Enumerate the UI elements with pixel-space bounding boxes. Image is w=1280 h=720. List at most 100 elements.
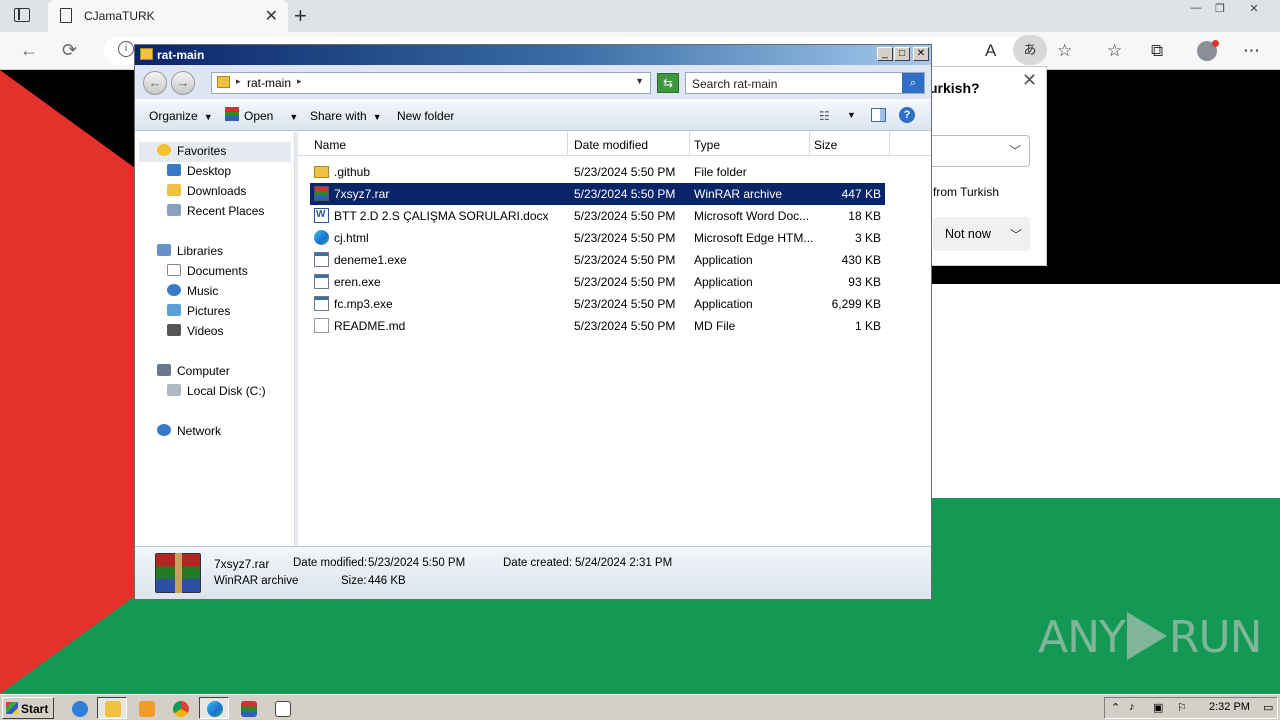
disk-icon [167, 384, 181, 396]
organize-button[interactable]: Organize ▼ [149, 109, 213, 123]
winrar-icon [241, 701, 257, 717]
explorer-window: rat-main _ □ ✕ ← → ▸ rat-main ▸ ▼ ⇆ Sear… [134, 44, 932, 600]
maximize-button[interactable]: □ [894, 47, 910, 61]
file-row[interactable]: BTT 2.D 2.S ÇALIŞMA SORULARI.docx 5/23/2… [310, 205, 885, 227]
explorer-title-bar[interactable]: rat-main _ □ ✕ [135, 45, 931, 65]
file-row[interactable]: cj.html 5/23/2024 5:50 PM Microsoft Edge… [310, 227, 885, 249]
preview-pane-icon[interactable] [871, 108, 886, 122]
minimize-button[interactable]: _ [877, 47, 893, 61]
file-row[interactable]: README.md 5/23/2024 5:50 PM MD File 1 KB [310, 315, 885, 337]
nav-music[interactable]: Music [167, 284, 218, 302]
translate-icon[interactable]: あ [1013, 35, 1047, 65]
add-favorite-icon[interactable]: ☆ [1057, 41, 1072, 61]
not-now-button[interactable]: Not now ﹀ [933, 217, 1030, 251]
file-row[interactable]: deneme1.exe 5/23/2024 5:50 PM Applicatio… [310, 249, 885, 271]
share-with-button[interactable]: Share with ▼ [310, 109, 382, 123]
windows-logo-icon [6, 702, 18, 714]
nav-pictures[interactable]: Pictures [167, 304, 230, 322]
dropdown-arrow-icon[interactable]: ▼ [847, 110, 856, 120]
close-button[interactable]: ✕ [913, 47, 929, 61]
column-name[interactable]: Name [310, 132, 568, 156]
search-icon[interactable]: ⌕ [902, 73, 924, 93]
chevron-down-icon[interactable]: ﹀ [1010, 226, 1022, 243]
taskbar-winrar[interactable] [233, 697, 263, 719]
column-date-modified[interactable]: Date modified [570, 132, 690, 156]
taskbar-explorer[interactable] [97, 697, 127, 719]
column-type[interactable]: Type [690, 132, 810, 156]
file-name: eren.exe [334, 275, 381, 289]
new-tab-button[interactable]: + [294, 3, 307, 29]
action-center-flag-icon[interactable]: ⚐ [1177, 701, 1187, 714]
back-button[interactable]: ← [143, 71, 167, 95]
file-row[interactable]: eren.exe 5/23/2024 5:50 PM Application 9… [310, 271, 885, 293]
favorites-icon[interactable]: ☆ [1107, 41, 1122, 61]
anyrun-watermark: ANY RUN [1038, 612, 1263, 663]
show-hidden-icons-icon[interactable]: ⌃ [1111, 701, 1120, 714]
minimize-button[interactable]: — [1186, 2, 1206, 16]
nav-local-disk[interactable]: Local Disk (C:) [167, 384, 266, 402]
profile-avatar[interactable] [1197, 40, 1219, 61]
back-icon[interactable]: ← [20, 40, 38, 61]
nav-favorites[interactable]: Favorites [157, 144, 226, 162]
breadcrumb-arrow-icon[interactable]: ▸ [297, 76, 302, 87]
breadcrumb-rat-main[interactable]: rat-main [247, 76, 291, 90]
open-button[interactable]: Open ▼ [244, 109, 298, 123]
nav-recent-places[interactable]: Recent Places [167, 204, 264, 222]
details-date-modified: 5/23/2024 5:50 PM [368, 557, 466, 569]
taskbar: Start ⌃ ♪ ▣ ⚐ 2:32 PM ▭ [0, 694, 1280, 720]
close-window-button[interactable]: ✕ [1244, 2, 1264, 16]
taskbar-edge[interactable] [199, 697, 229, 719]
volume-icon[interactable]: ♪ [1129, 701, 1135, 713]
nav-downloads[interactable]: Downloads [167, 184, 246, 202]
taskbar-media-player[interactable] [131, 697, 161, 719]
search-input[interactable]: Search rat-main ⌕ [685, 72, 925, 94]
collections-icon[interactable]: ⧉ [1151, 41, 1163, 61]
taskbar-ie[interactable] [64, 697, 94, 719]
forward-button[interactable]: → [171, 71, 195, 95]
file-row-selected[interactable]: 7xsyz7.rar 5/23/2024 5:50 PM WinRAR arch… [310, 183, 885, 205]
command-bar: Organize ▼ Open ▼ Share with ▼ New folder ☷… [135, 99, 931, 131]
more-menu-icon[interactable]: ⋯ [1243, 41, 1260, 61]
taskbar-chrome[interactable] [165, 697, 195, 719]
file-name: BTT 2.D 2.S ÇALIŞMA SORULARI.docx [334, 209, 549, 223]
show-desktop-icon[interactable]: ▭ [1263, 701, 1273, 714]
nav-desktop[interactable]: Desktop [167, 164, 231, 182]
nav-libraries[interactable]: Libraries [157, 244, 223, 262]
close-tab-icon[interactable]: ✕ [265, 6, 278, 26]
nav-network[interactable]: Network [157, 424, 221, 442]
page-icon [60, 8, 72, 23]
taskbar-app[interactable] [267, 697, 297, 719]
close-popup-icon[interactable]: ✕ [1022, 70, 1037, 91]
videos-icon [167, 324, 181, 336]
file-size: 18 KB [848, 209, 881, 223]
read-aloud-icon[interactable]: A [985, 41, 996, 61]
tab-actions-icon[interactable] [14, 8, 30, 22]
file-row[interactable]: fc.mp3.exe 5/23/2024 5:50 PM Application… [310, 293, 885, 315]
nav-computer[interactable]: Computer [157, 364, 230, 382]
help-icon[interactable]: ? [899, 107, 915, 123]
browser-tab[interactable]: CJamaTURK ✕ [48, 0, 288, 32]
new-folder-button[interactable]: New folder [397, 109, 454, 123]
path-bar[interactable]: ▸ rat-main ▸ ▼ [211, 72, 651, 94]
network-status-icon[interactable]: ▣ [1153, 701, 1163, 714]
nav-documents[interactable]: Documents [167, 264, 248, 282]
restore-button[interactable]: ❐ [1210, 2, 1230, 16]
file-type: File folder [694, 165, 747, 179]
dropdown-arrow-icon[interactable]: ▼ [289, 112, 298, 122]
file-date: 5/23/2024 5:50 PM [574, 187, 676, 201]
view-options-icon[interactable]: ☷ [819, 109, 830, 123]
language-select[interactable]: ﹀ [929, 135, 1030, 167]
chrome-icon [173, 701, 189, 717]
path-dropdown-icon[interactable]: ▼ [635, 76, 644, 86]
clock[interactable]: 2:32 PM [1209, 701, 1250, 713]
nav-videos[interactable]: Videos [167, 324, 223, 342]
site-info-icon[interactable]: i [118, 41, 134, 57]
column-size[interactable]: Size [810, 132, 890, 156]
file-type: Microsoft Edge HTM... [694, 231, 814, 245]
refresh-icon[interactable]: ⟳ [62, 40, 77, 61]
translate-question: urkish? [929, 80, 980, 96]
file-row[interactable]: .github 5/23/2024 5:50 PM File folder [310, 161, 885, 183]
refresh-button[interactable]: ⇆ [657, 73, 679, 93]
start-button[interactable]: Start [2, 697, 54, 719]
breadcrumb-arrow-icon[interactable]: ▸ [236, 76, 241, 87]
